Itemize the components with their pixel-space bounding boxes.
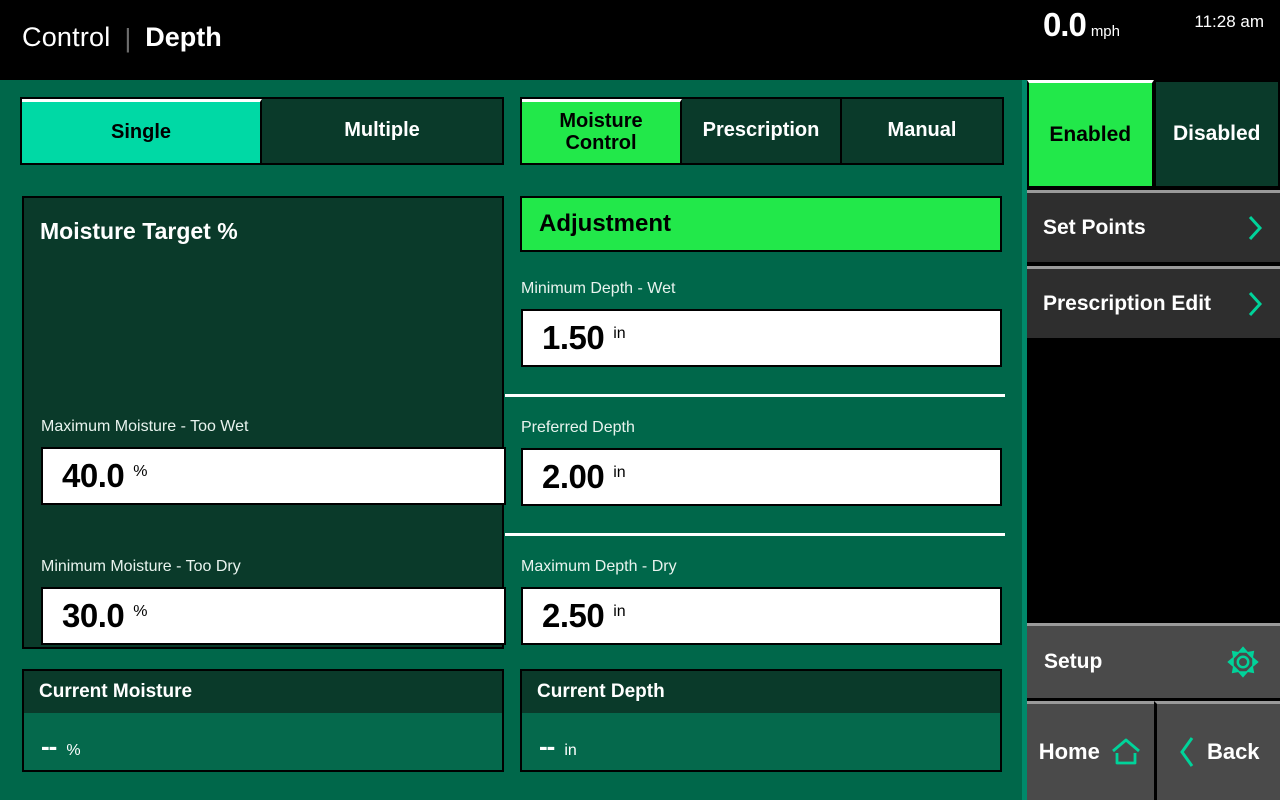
max-moisture-label: Maximum Moisture - Too Wet	[41, 418, 249, 435]
current-depth-header: Current Depth	[522, 671, 1000, 713]
min-depth-unit: in	[613, 325, 626, 342]
current-depth-panel: Current Depth -- in	[520, 669, 1002, 772]
breadcrumb-parent[interactable]: Control	[22, 22, 110, 53]
moisture-target-card: Moisture Target % Maximum Moisture - Too…	[22, 196, 506, 649]
moisture-target-title: Moisture Target %	[40, 218, 238, 244]
enable-toggle-group: Enabled Disabled	[1027, 80, 1280, 188]
chevron-right-icon	[1246, 289, 1264, 319]
preferred-depth-unit: in	[613, 464, 626, 481]
set-points-label: Set Points	[1043, 215, 1146, 239]
prescription-edit-label: Prescription Edit	[1043, 291, 1212, 315]
home-label: Home	[1038, 739, 1100, 764]
setup-label: Setup	[1044, 650, 1103, 673]
max-depth-unit: in	[613, 603, 626, 620]
chevron-right-icon	[1246, 213, 1264, 243]
max-depth-value: 2.50	[542, 597, 605, 634]
divider-2	[505, 533, 1005, 536]
min-depth-field[interactable]: 1.50 in	[521, 309, 1002, 367]
tab-multiple[interactable]: Multiple	[262, 99, 502, 163]
clock: 11:28 am	[1194, 12, 1264, 31]
min-depth-label: Minimum Depth - Wet	[521, 280, 676, 297]
tab-prescription[interactable]: Prescription	[682, 99, 842, 163]
divider-1	[505, 394, 1005, 397]
nav-button-group: Home Back	[1027, 701, 1280, 800]
current-depth-readout: -- in	[522, 713, 1000, 762]
back-button[interactable]: Back	[1153, 701, 1280, 800]
chevron-left-icon	[1177, 735, 1197, 769]
tab-group-mode: Single Multiple	[20, 97, 504, 165]
preferred-depth-value: 2.00	[542, 458, 605, 495]
app-root: Control | Depth 0.0 mph 11:28 am Single …	[0, 0, 1280, 800]
current-moisture-readout: -- %	[24, 713, 502, 762]
tab-moisture-control-line2: Control	[565, 131, 637, 154]
home-button[interactable]: Home	[1027, 701, 1154, 800]
breadcrumb-separator: |	[124, 23, 132, 53]
min-moisture-unit: %	[133, 603, 148, 620]
sidebar-item-prescription-edit[interactable]: Prescription Edit	[1027, 266, 1280, 338]
current-moisture-title: Current Moisture	[39, 681, 193, 702]
max-depth-label: Maximum Depth - Dry	[521, 558, 677, 575]
min-depth-value: 1.50	[542, 319, 605, 356]
disabled-button[interactable]: Disabled	[1153, 80, 1280, 188]
current-moisture-unit: %	[66, 742, 81, 759]
tab-manual[interactable]: Manual	[842, 99, 1002, 163]
tab-moisture-control-line1: Moisture	[559, 109, 643, 132]
max-moisture-value: 40.0	[62, 457, 125, 494]
top-status-bar: Control | Depth 0.0 mph 11:28 am	[0, 0, 1280, 80]
back-label: Back	[1206, 739, 1260, 764]
main-content: Single Multiple Moisture Control Prescri…	[0, 80, 1022, 800]
setup-button[interactable]: Setup	[1027, 623, 1280, 698]
tab-moisture-control[interactable]: Moisture Control	[522, 99, 682, 163]
tab-group-control: Moisture Control Prescription Manual	[520, 97, 1004, 165]
current-moisture-value: --	[41, 731, 57, 761]
min-moisture-value: 30.0	[62, 597, 125, 634]
current-moisture-header: Current Moisture	[24, 671, 502, 713]
right-sidebar: Enabled Disabled Set Points Prescription…	[1022, 80, 1280, 800]
max-moisture-field[interactable]: 40.0 %	[41, 447, 506, 505]
max-moisture-unit: %	[133, 463, 148, 480]
preferred-depth-field[interactable]: 2.00 in	[521, 448, 1002, 506]
speed-unit: mph	[1090, 23, 1120, 40]
breadcrumb-current: Depth	[145, 22, 222, 52]
gear-icon	[1224, 643, 1262, 681]
max-depth-field[interactable]: 2.50 in	[521, 587, 1002, 645]
speed-readout: 0.0 mph	[1043, 6, 1120, 44]
min-moisture-field[interactable]: 30.0 %	[41, 587, 506, 645]
breadcrumb: Control | Depth	[22, 22, 222, 53]
current-moisture-panel: Current Moisture -- %	[22, 669, 504, 772]
current-depth-value: --	[539, 731, 555, 761]
adjustment-title: Adjustment	[539, 210, 671, 237]
preferred-depth-label: Preferred Depth	[521, 419, 635, 436]
current-depth-unit: in	[564, 742, 577, 759]
enabled-button[interactable]: Enabled	[1027, 80, 1154, 188]
speed-value: 0.0	[1042, 6, 1087, 43]
current-depth-title: Current Depth	[537, 681, 665, 702]
adjustment-header: Adjustment	[520, 196, 1002, 252]
tab-single[interactable]: Single	[22, 99, 262, 163]
min-moisture-label: Minimum Moisture - Too Dry	[41, 558, 241, 575]
sidebar-item-set-points[interactable]: Set Points	[1027, 190, 1280, 262]
home-icon	[1110, 737, 1142, 767]
